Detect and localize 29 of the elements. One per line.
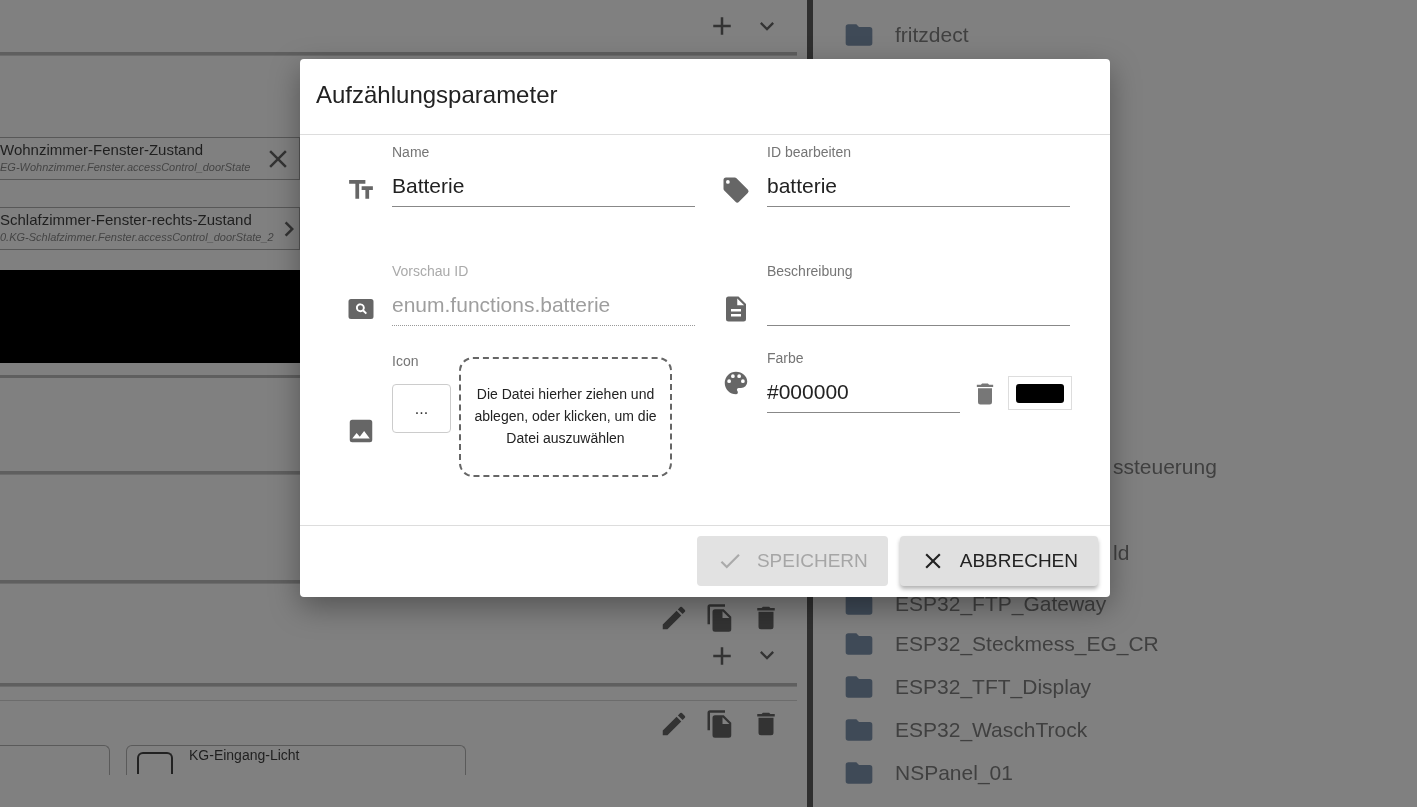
chip[interactable]: Wohnzimmer-Fenster-Zustand EG-Wohnzimmer.Fenster.accessControl_doorState xyxy=(0,137,300,180)
chip-title: Wohnzimmer-Fenster-Zustand xyxy=(0,142,205,159)
folder-label: ssteuerung xyxy=(1113,453,1217,480)
field-label: ID bearbeiten xyxy=(767,143,853,162)
field-label: Name xyxy=(392,143,431,162)
input-field[interactable]: #000000 xyxy=(767,377,960,413)
chip-title: KG-Eingang-Licht xyxy=(189,748,300,764)
color-swatch[interactable] xyxy=(1008,376,1072,410)
browse-button[interactable]: ... xyxy=(392,384,451,433)
dropzone[interactable]: Die Datei hierher ziehen und ablegen, oder klicken, um die Datei auszuwählen xyxy=(459,357,672,477)
folder-label: ESP32_TFT_Display xyxy=(895,673,1092,701)
chip-title: Schlafzimmer-Fenster-rechts-Zustand xyxy=(0,212,253,229)
input-field[interactable]: Batterie xyxy=(392,171,695,207)
folder-label: fritzdect xyxy=(895,21,969,48)
field-label: Farbe xyxy=(767,349,805,368)
folder-label: ESP32_FTP_Gateway xyxy=(895,591,1107,618)
field-label: Vorschau ID xyxy=(392,262,470,281)
chip-subtitle: EG-Wohnzimmer.Fenster.accessControl_doorState xyxy=(0,159,251,175)
folder-label: ESP32_Steckmess_EG_CR xyxy=(895,630,1159,658)
chip-subtitle: 0.KG-Schlafzimmer.Fenster.accessControl_doorState_2 xyxy=(0,229,274,245)
field-label: Icon xyxy=(392,352,420,371)
field-label: Beschreibung xyxy=(767,262,854,281)
input-field[interactable]: batterie xyxy=(767,171,1070,207)
folder-label: NSPanel_01 xyxy=(895,759,1013,787)
chip[interactable]: Schlafzimmer-Fenster-rechts-Zustand 0.KG-Schlafzimmer.Fenster.accessControl_doorState_2 xyxy=(0,207,300,250)
cancel-button[interactable]: ABBRECHEN xyxy=(899,536,1098,586)
folder-label: ld xyxy=(1113,539,1130,566)
dialog-title: Aufzählungsparameter xyxy=(300,59,1110,135)
folder-label: ESP32_WaschTrock xyxy=(895,716,1088,744)
